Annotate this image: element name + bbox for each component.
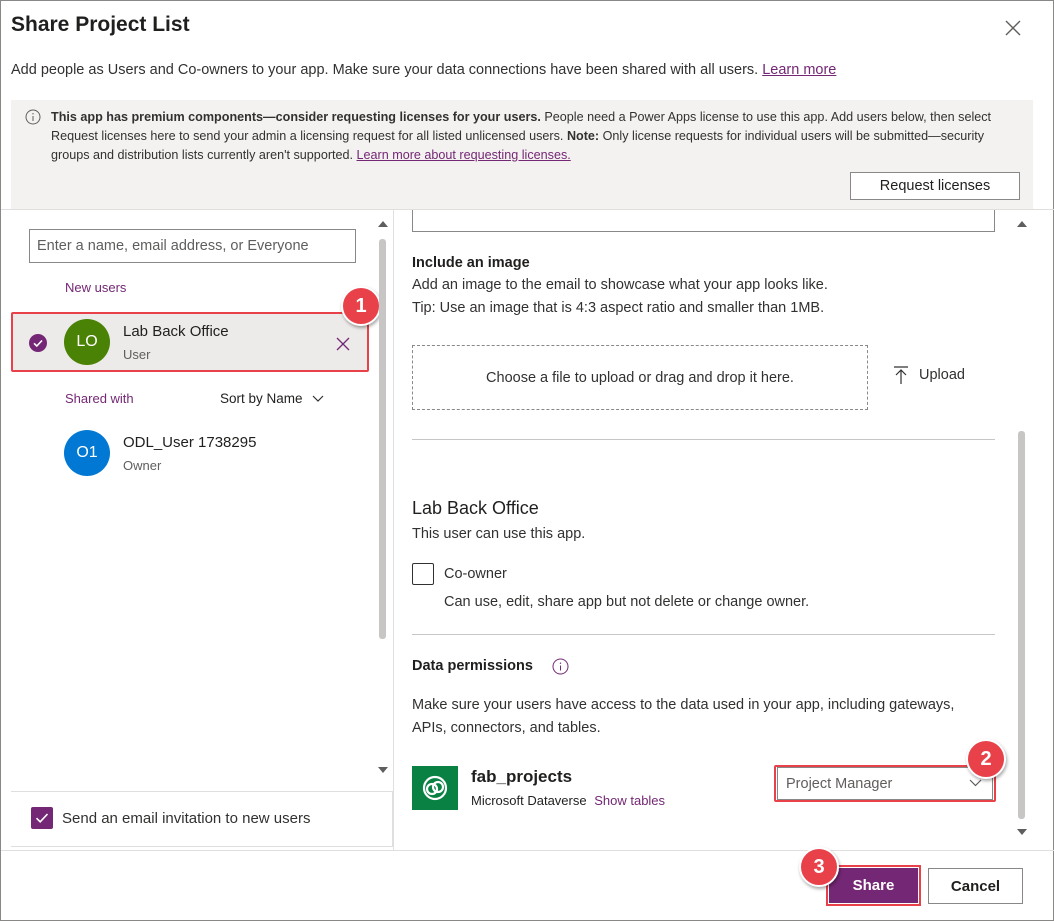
sort-label: Sort by Name	[220, 391, 303, 406]
info-icon	[25, 109, 41, 125]
subtitle-text: Add people as Users and Co-owners to you…	[11, 62, 759, 78]
left-scroll-down-icon[interactable]	[378, 767, 388, 773]
shared-user-role: Owner	[123, 458, 162, 473]
table-source-line: Microsoft Dataverse Show tables	[471, 793, 665, 808]
step-badge-1: 1	[341, 286, 381, 326]
section-divider	[412, 634, 995, 635]
include-image-heading: Include an image	[412, 255, 530, 271]
avatar-initials: O1	[76, 444, 98, 461]
dialog-subtitle: Add people as Users and Co-owners to you…	[11, 62, 836, 78]
request-licenses-button[interactable]: Request licenses	[850, 172, 1020, 200]
notice-note-label: Note:	[566, 129, 600, 143]
share-button[interactable]: Share	[826, 865, 921, 906]
email-invite-label: Send an email invitation to new users	[62, 810, 311, 827]
email-invite-checkbox[interactable]	[31, 807, 53, 829]
panel-separator	[393, 210, 394, 850]
drop-zone-text: Choose a file to upload or drag and drop…	[486, 369, 794, 386]
sort-dropdown[interactable]: Sort by Name	[220, 391, 324, 406]
user-desc: This user can use this app.	[412, 526, 586, 542]
table-name: fab_projects	[471, 767, 573, 786]
highlight-box-1	[11, 312, 369, 372]
cancel-button[interactable]: Cancel	[928, 868, 1023, 904]
learn-more-link[interactable]: Learn more	[762, 62, 836, 78]
left-scrollbar-thumb[interactable]	[379, 239, 386, 639]
coowner-checkbox[interactable]	[412, 563, 434, 585]
section-divider	[412, 439, 995, 440]
upload-icon	[894, 366, 908, 384]
step-badge-3: 3	[799, 847, 839, 887]
right-scroll-down-icon[interactable]	[1017, 829, 1027, 835]
include-image-tip: Tip: Use an image that is 4:3 aspect rat…	[412, 300, 825, 316]
email-message-field[interactable]	[412, 210, 995, 232]
data-permissions-desc-1: Make sure your users have access to the …	[412, 697, 955, 713]
coowner-desc: Can use, edit, share app but not delete …	[444, 594, 810, 610]
notice-bold: This app has premium components—consider…	[51, 110, 541, 124]
table-source: Microsoft Dataverse	[471, 793, 587, 808]
include-image-desc: Add an image to the email to showcase wh…	[412, 277, 828, 293]
data-permissions-heading: Data permissions	[412, 658, 533, 674]
image-drop-zone[interactable]: Choose a file to upload or drag and drop…	[412, 345, 868, 410]
right-scroll-up-icon[interactable]	[1017, 221, 1027, 227]
user-heading: Lab Back Office	[412, 498, 539, 518]
right-scrollbar-thumb[interactable]	[1018, 431, 1025, 819]
highlight-box-2	[774, 765, 996, 802]
new-users-label: New users	[65, 280, 127, 295]
dialog-title: Share Project List	[11, 13, 190, 36]
upload-button[interactable]: Upload	[892, 365, 965, 385]
dataverse-icon	[412, 766, 458, 810]
shared-user-name: ODL_User 1738295	[123, 434, 257, 451]
coowner-label: Co-owner	[444, 566, 507, 582]
data-permissions-desc-2: APIs, connectors, and tables.	[412, 720, 601, 736]
chevron-down-icon	[312, 396, 324, 403]
shared-with-label: Shared with	[65, 391, 134, 406]
footer-divider	[1, 850, 1054, 851]
info-icon[interactable]	[552, 658, 569, 680]
people-search-input[interactable]	[29, 229, 356, 263]
close-icon[interactable]	[1002, 17, 1024, 39]
requesting-licenses-link[interactable]: Learn more about requesting licenses.	[357, 148, 571, 162]
notice-text: This app has premium components—consider…	[51, 108, 1023, 165]
show-tables-link[interactable]: Show tables	[594, 793, 665, 808]
avatar-shared: O1	[64, 430, 110, 476]
share-dialog: Share Project List Add people as Users a…	[0, 0, 1054, 921]
upload-label: Upload	[919, 367, 965, 383]
step-badge-2: 2	[966, 739, 1006, 779]
left-scroll-up-icon[interactable]	[378, 221, 388, 227]
